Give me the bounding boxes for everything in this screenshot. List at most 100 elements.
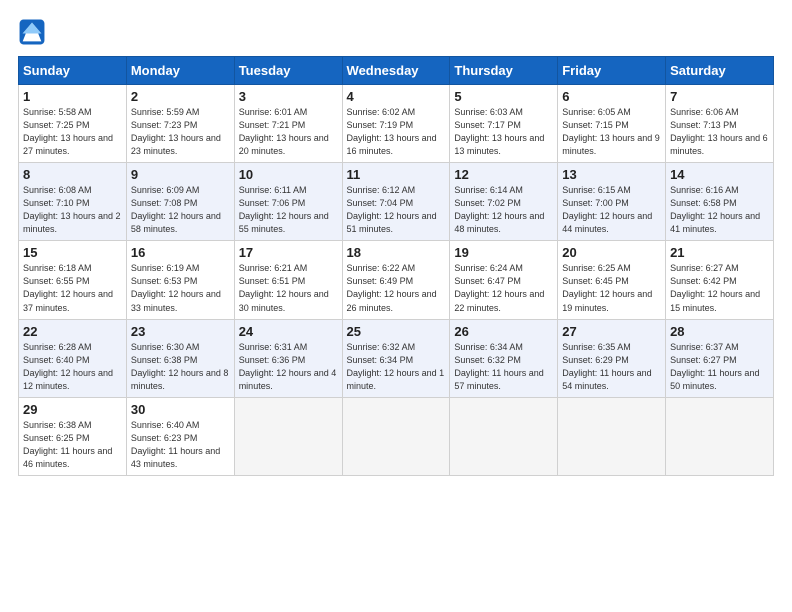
calendar-cell: 23 Sunrise: 6:30 AMSunset: 6:38 PMDaylig…: [126, 319, 234, 397]
calendar-cell: 8 Sunrise: 6:08 AMSunset: 7:10 PMDayligh…: [19, 163, 127, 241]
day-number: 11: [347, 167, 446, 182]
day-number: 16: [131, 245, 230, 260]
calendar-cell: 29 Sunrise: 6:38 AMSunset: 6:25 PMDaylig…: [19, 397, 127, 475]
calendar-cell: 15 Sunrise: 6:18 AMSunset: 6:55 PMDaylig…: [19, 241, 127, 319]
calendar-cell: 9 Sunrise: 6:09 AMSunset: 7:08 PMDayligh…: [126, 163, 234, 241]
calendar-cell: [558, 397, 666, 475]
day-number: 3: [239, 89, 338, 104]
calendar-row-4: 22 Sunrise: 6:28 AMSunset: 6:40 PMDaylig…: [19, 319, 774, 397]
calendar-cell: 27 Sunrise: 6:35 AMSunset: 6:29 PMDaylig…: [558, 319, 666, 397]
day-info: Sunrise: 6:32 AMSunset: 6:34 PMDaylight:…: [347, 341, 446, 393]
calendar-cell: 26 Sunrise: 6:34 AMSunset: 6:32 PMDaylig…: [450, 319, 558, 397]
day-number: 5: [454, 89, 553, 104]
day-number: 12: [454, 167, 553, 182]
day-info: Sunrise: 6:18 AMSunset: 6:55 PMDaylight:…: [23, 262, 122, 314]
day-number: 26: [454, 324, 553, 339]
col-header-friday: Friday: [558, 57, 666, 85]
calendar-cell: 25 Sunrise: 6:32 AMSunset: 6:34 PMDaylig…: [342, 319, 450, 397]
calendar-row-1: 1 Sunrise: 5:58 AMSunset: 7:25 PMDayligh…: [19, 85, 774, 163]
day-info: Sunrise: 6:38 AMSunset: 6:25 PMDaylight:…: [23, 419, 122, 471]
day-info: Sunrise: 6:02 AMSunset: 7:19 PMDaylight:…: [347, 106, 446, 158]
day-number: 21: [670, 245, 769, 260]
header: [18, 18, 774, 46]
calendar-cell: 7 Sunrise: 6:06 AMSunset: 7:13 PMDayligh…: [666, 85, 774, 163]
calendar-cell: 10 Sunrise: 6:11 AMSunset: 7:06 PMDaylig…: [234, 163, 342, 241]
day-number: 23: [131, 324, 230, 339]
day-info: Sunrise: 6:15 AMSunset: 7:00 PMDaylight:…: [562, 184, 661, 236]
day-info: Sunrise: 6:14 AMSunset: 7:02 PMDaylight:…: [454, 184, 553, 236]
day-number: 7: [670, 89, 769, 104]
col-header-thursday: Thursday: [450, 57, 558, 85]
day-info: Sunrise: 6:22 AMSunset: 6:49 PMDaylight:…: [347, 262, 446, 314]
day-info: Sunrise: 6:19 AMSunset: 6:53 PMDaylight:…: [131, 262, 230, 314]
day-number: 6: [562, 89, 661, 104]
calendar-cell: 11 Sunrise: 6:12 AMSunset: 7:04 PMDaylig…: [342, 163, 450, 241]
day-number: 25: [347, 324, 446, 339]
calendar-cell: 2 Sunrise: 5:59 AMSunset: 7:23 PMDayligh…: [126, 85, 234, 163]
day-number: 9: [131, 167, 230, 182]
day-info: Sunrise: 5:58 AMSunset: 7:25 PMDaylight:…: [23, 106, 122, 158]
col-header-wednesday: Wednesday: [342, 57, 450, 85]
calendar-cell: 22 Sunrise: 6:28 AMSunset: 6:40 PMDaylig…: [19, 319, 127, 397]
calendar-cell: 13 Sunrise: 6:15 AMSunset: 7:00 PMDaylig…: [558, 163, 666, 241]
calendar-cell: 14 Sunrise: 6:16 AMSunset: 6:58 PMDaylig…: [666, 163, 774, 241]
day-number: 8: [23, 167, 122, 182]
day-info: Sunrise: 6:40 AMSunset: 6:23 PMDaylight:…: [131, 419, 230, 471]
day-info: Sunrise: 6:21 AMSunset: 6:51 PMDaylight:…: [239, 262, 338, 314]
day-info: Sunrise: 6:11 AMSunset: 7:06 PMDaylight:…: [239, 184, 338, 236]
day-info: Sunrise: 6:27 AMSunset: 6:42 PMDaylight:…: [670, 262, 769, 314]
calendar-cell: 18 Sunrise: 6:22 AMSunset: 6:49 PMDaylig…: [342, 241, 450, 319]
calendar-row-3: 15 Sunrise: 6:18 AMSunset: 6:55 PMDaylig…: [19, 241, 774, 319]
day-number: 18: [347, 245, 446, 260]
calendar-cell: [666, 397, 774, 475]
day-info: Sunrise: 6:16 AMSunset: 6:58 PMDaylight:…: [670, 184, 769, 236]
calendar-cell: 16 Sunrise: 6:19 AMSunset: 6:53 PMDaylig…: [126, 241, 234, 319]
calendar-cell: 6 Sunrise: 6:05 AMSunset: 7:15 PMDayligh…: [558, 85, 666, 163]
day-number: 28: [670, 324, 769, 339]
day-info: Sunrise: 6:09 AMSunset: 7:08 PMDaylight:…: [131, 184, 230, 236]
day-info: Sunrise: 6:35 AMSunset: 6:29 PMDaylight:…: [562, 341, 661, 393]
calendar-cell: 17 Sunrise: 6:21 AMSunset: 6:51 PMDaylig…: [234, 241, 342, 319]
day-info: Sunrise: 6:08 AMSunset: 7:10 PMDaylight:…: [23, 184, 122, 236]
calendar-cell: 5 Sunrise: 6:03 AMSunset: 7:17 PMDayligh…: [450, 85, 558, 163]
calendar-cell: 24 Sunrise: 6:31 AMSunset: 6:36 PMDaylig…: [234, 319, 342, 397]
calendar-row-5: 29 Sunrise: 6:38 AMSunset: 6:25 PMDaylig…: [19, 397, 774, 475]
day-number: 13: [562, 167, 661, 182]
calendar-table: SundayMondayTuesdayWednesdayThursdayFrid…: [18, 56, 774, 476]
calendar-cell: [450, 397, 558, 475]
calendar-cell: 28 Sunrise: 6:37 AMSunset: 6:27 PMDaylig…: [666, 319, 774, 397]
logo-icon: [18, 18, 46, 46]
day-number: 4: [347, 89, 446, 104]
day-info: Sunrise: 6:25 AMSunset: 6:45 PMDaylight:…: [562, 262, 661, 314]
calendar-cell: 4 Sunrise: 6:02 AMSunset: 7:19 PMDayligh…: [342, 85, 450, 163]
day-number: 29: [23, 402, 122, 417]
day-number: 17: [239, 245, 338, 260]
day-number: 10: [239, 167, 338, 182]
calendar-page: SundayMondayTuesdayWednesdayThursdayFrid…: [0, 0, 792, 486]
calendar-cell: [342, 397, 450, 475]
day-number: 20: [562, 245, 661, 260]
day-info: Sunrise: 6:24 AMSunset: 6:47 PMDaylight:…: [454, 262, 553, 314]
day-info: Sunrise: 5:59 AMSunset: 7:23 PMDaylight:…: [131, 106, 230, 158]
calendar-cell: 20 Sunrise: 6:25 AMSunset: 6:45 PMDaylig…: [558, 241, 666, 319]
col-header-monday: Monday: [126, 57, 234, 85]
day-info: Sunrise: 6:05 AMSunset: 7:15 PMDaylight:…: [562, 106, 661, 158]
calendar-cell: 1 Sunrise: 5:58 AMSunset: 7:25 PMDayligh…: [19, 85, 127, 163]
day-info: Sunrise: 6:37 AMSunset: 6:27 PMDaylight:…: [670, 341, 769, 393]
day-info: Sunrise: 6:28 AMSunset: 6:40 PMDaylight:…: [23, 341, 122, 393]
calendar-cell: 12 Sunrise: 6:14 AMSunset: 7:02 PMDaylig…: [450, 163, 558, 241]
day-info: Sunrise: 6:01 AMSunset: 7:21 PMDaylight:…: [239, 106, 338, 158]
day-number: 19: [454, 245, 553, 260]
calendar-cell: 21 Sunrise: 6:27 AMSunset: 6:42 PMDaylig…: [666, 241, 774, 319]
calendar-cell: [234, 397, 342, 475]
day-info: Sunrise: 6:30 AMSunset: 6:38 PMDaylight:…: [131, 341, 230, 393]
col-header-tuesday: Tuesday: [234, 57, 342, 85]
calendar-cell: 19 Sunrise: 6:24 AMSunset: 6:47 PMDaylig…: [450, 241, 558, 319]
day-number: 24: [239, 324, 338, 339]
logo: [18, 18, 50, 46]
calendar-cell: 3 Sunrise: 6:01 AMSunset: 7:21 PMDayligh…: [234, 85, 342, 163]
header-row: SundayMondayTuesdayWednesdayThursdayFrid…: [19, 57, 774, 85]
day-number: 1: [23, 89, 122, 104]
day-number: 14: [670, 167, 769, 182]
day-info: Sunrise: 6:12 AMSunset: 7:04 PMDaylight:…: [347, 184, 446, 236]
